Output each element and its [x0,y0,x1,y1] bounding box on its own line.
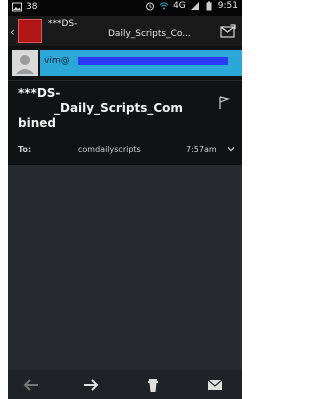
bottom-action-bar [8,370,242,399]
status-time: 9:51 [217,1,238,11]
redaction-bar [78,57,228,65]
action-bar-title-line-1: ***DS- [48,19,78,29]
to-recipients: comdailyscripts [78,145,141,154]
signal-icon [190,2,199,10]
alarm-icon [146,2,155,11]
action-bar-title-right: Daily_Scripts_Co... [108,29,191,39]
compose-icon[interactable] [220,24,236,38]
status-right: 4G 9:51 [145,1,238,11]
battery-icon [206,1,212,11]
person-icon [16,55,34,74]
network-type: 4G [173,1,186,11]
sender-name: vim@ [44,56,70,66]
mail-icon[interactable] [206,377,224,393]
device-screen: 38 4G 9:51 ‹ ***DS- Daily_Scripts_Co... … [8,0,242,399]
arrow-left-icon[interactable] [22,377,40,393]
email-body[interactable] [8,165,242,370]
divider [8,80,242,81]
status-left: 38 [12,2,37,12]
to-label: To: [18,145,32,154]
to-row[interactable]: To: comdailyscripts 7:57am [8,140,242,160]
chevron-down-icon[interactable] [226,144,236,154]
subject-line-2: _Daily_Scripts_Com [54,101,183,115]
avatar[interactable] [12,50,38,76]
app-logo[interactable] [18,19,42,43]
trash-icon[interactable] [144,377,162,393]
chevron-left-icon[interactable]: ‹ [10,25,15,39]
subject-line-3: bined [18,116,56,130]
arrow-right-icon[interactable] [82,377,100,393]
image-icon [12,2,22,12]
status-bar: 38 4G 9:51 [8,0,242,16]
email-time: 7:57am [186,145,217,154]
subject-line-1: ***DS- [18,86,61,100]
wifi-icon [159,2,169,10]
flag-icon[interactable] [218,96,230,110]
sender-row[interactable]: vim@ [8,46,242,80]
action-bar: ‹ ***DS- Daily_Scripts_Co... [8,16,242,46]
status-badge: 38 [26,2,38,12]
